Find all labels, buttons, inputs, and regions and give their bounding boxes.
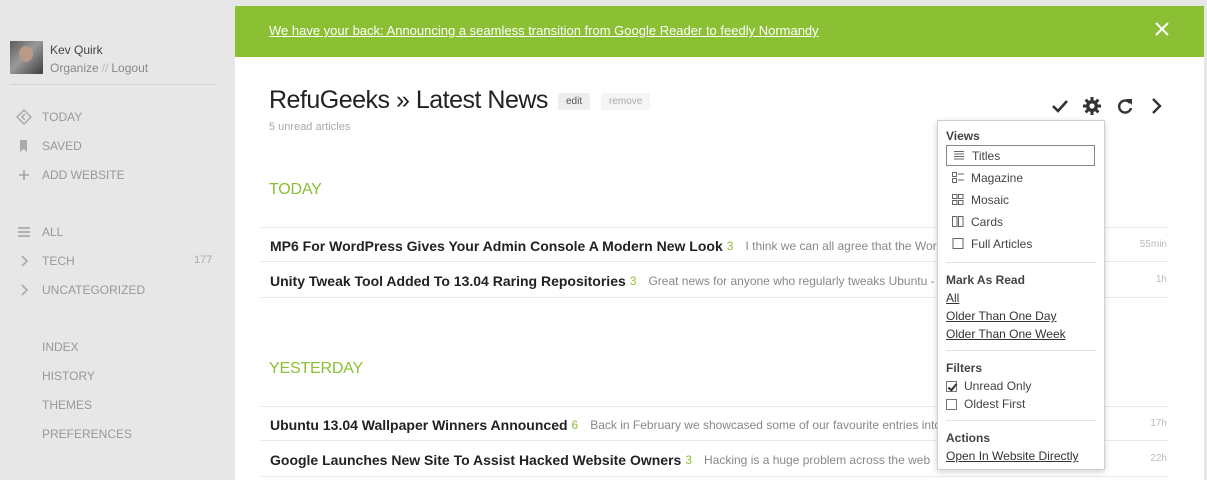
- view-option-cards[interactable]: Cards: [946, 211, 1095, 232]
- user-name: Kev Quirk: [50, 43, 103, 57]
- article-engagement-count: 3: [726, 238, 734, 253]
- divider: [946, 420, 1096, 421]
- chevron-right-icon: [16, 282, 32, 298]
- sidebar-item-label: ADD WEBSITE: [42, 168, 125, 182]
- sidebar-item-label: UNCATEGORIZED: [42, 283, 146, 297]
- article-engagement-count: 3: [685, 452, 692, 467]
- organize-link[interactable]: Organize: [50, 61, 99, 75]
- views-heading: Views: [946, 129, 980, 143]
- sidebar-item-tech[interactable]: TECH: [16, 251, 75, 271]
- sidebar-item-today[interactable]: TODAY: [16, 107, 82, 127]
- today-icon: [16, 109, 32, 125]
- sidebar-item-label: TODAY: [42, 110, 83, 124]
- sidebar-item-preferences[interactable]: PREFERENCES: [42, 424, 132, 444]
- sidebar-item-add-website[interactable]: ADD WEBSITE: [16, 165, 125, 185]
- gear-icon[interactable]: [1081, 95, 1103, 117]
- article-time: 55min: [1139, 239, 1167, 250]
- close-icon[interactable]: [1154, 21, 1170, 37]
- list-icon: [16, 224, 32, 240]
- unread-only-checkbox[interactable]: Unread Only: [946, 379, 1031, 393]
- view-option-label: Cards: [971, 214, 1004, 229]
- divider: [946, 262, 1096, 263]
- divider: [946, 350, 1096, 351]
- sidebar-item-index[interactable]: INDEX: [42, 337, 79, 357]
- view-option-label: Titles: [972, 148, 1001, 163]
- sidebar-item-uncategorized[interactable]: UNCATEGORIZED: [16, 280, 145, 300]
- chevron-right-icon: [16, 253, 32, 269]
- refresh-icon[interactable]: [1114, 95, 1136, 117]
- unread-articles-count: 5 unread articles: [269, 121, 351, 133]
- cards-view-icon: [952, 216, 964, 227]
- view-option-label: Mosaic: [971, 192, 1010, 207]
- mark-older-week-link[interactable]: Older Than One Week: [946, 327, 1066, 341]
- logout-link[interactable]: Logout: [111, 61, 148, 75]
- article-title[interactable]: MP6 For WordPress Gives Your Admin Conso…: [270, 238, 723, 254]
- view-option-mosaic[interactable]: Mosaic: [946, 189, 1095, 210]
- mark-as-read-heading: Mark As Read: [946, 273, 1025, 287]
- page-title: RefuGeeks » Latest News: [269, 86, 548, 114]
- next-icon[interactable]: [1145, 95, 1167, 117]
- view-option-titles[interactable]: Titles: [946, 145, 1095, 166]
- user-links: Organize//Logout: [50, 61, 148, 75]
- view-option-label: Magazine: [971, 170, 1024, 185]
- sidebar-item-themes[interactable]: THEMES: [42, 395, 92, 415]
- magazine-view-icon: [952, 172, 964, 183]
- mark-older-day-link[interactable]: Older Than One Day: [946, 309, 1057, 323]
- bookmark-icon: [16, 138, 32, 154]
- section-heading-today: TODAY: [269, 181, 322, 198]
- article-engagement-count: 3: [629, 273, 637, 288]
- settings-dropdown: Views Titles Magazine Mosaic Cards Full …: [937, 120, 1105, 470]
- article-engagement-count: 6: [571, 417, 579, 432]
- plus-icon: [16, 167, 32, 183]
- checkbox-unchecked-icon: [946, 398, 957, 410]
- view-option-magazine[interactable]: Magazine: [946, 167, 1095, 188]
- remove-button[interactable]: remove: [601, 93, 651, 110]
- article-time: 17h: [1150, 418, 1167, 429]
- avatar[interactable]: [10, 41, 43, 74]
- full-articles-view-icon: [952, 238, 964, 249]
- sidebar-item-label: SAVED: [42, 139, 82, 153]
- article-title[interactable]: Ubuntu 13.04 Wallpaper Winners Announced: [270, 417, 568, 433]
- checkmark-icon[interactable]: [1049, 95, 1071, 117]
- sidebar: Kev Quirk Organize//Logout TODAY SAVED A…: [0, 0, 235, 480]
- section-heading-yesterday: YESTERDAY: [269, 360, 363, 377]
- announcement-link[interactable]: We have your back: Announcing a seamless…: [269, 23, 819, 38]
- titles-view-icon: [954, 151, 964, 160]
- profile: Kev Quirk Organize//Logout: [10, 41, 215, 85]
- announcement-banner: We have your back: Announcing a seamless…: [235, 6, 1204, 57]
- article-title[interactable]: Unity Tweak Tool Added To 13.04 Raring R…: [270, 273, 626, 289]
- open-website-link[interactable]: Open In Website Directly: [946, 449, 1079, 463]
- mark-all-link[interactable]: All: [946, 291, 959, 305]
- unread-count-badge: 177: [194, 254, 213, 266]
- filter-label: Unread Only: [964, 379, 1032, 393]
- checkbox-checked-icon: [946, 380, 957, 392]
- sidebar-item-saved[interactable]: SAVED: [16, 136, 82, 156]
- article-time: 1h: [1155, 274, 1167, 285]
- sidebar-item-history[interactable]: HISTORY: [42, 366, 95, 386]
- link-separator: //: [101, 61, 109, 75]
- sidebar-item-label: ALL: [42, 225, 64, 239]
- article-time: 22h: [1150, 453, 1167, 464]
- edit-button[interactable]: edit: [558, 93, 591, 110]
- filters-heading: Filters: [946, 361, 983, 375]
- article-snippet: Hacking is a huge problem across the web: [704, 452, 931, 467]
- actions-heading: Actions: [946, 431, 991, 445]
- oldest-first-checkbox[interactable]: Oldest First: [946, 397, 1025, 411]
- sidebar-item-label: TECH: [42, 254, 75, 268]
- mosaic-view-icon: [952, 194, 964, 205]
- view-option-full-articles[interactable]: Full Articles: [946, 233, 1095, 254]
- view-option-label: Full Articles: [971, 236, 1033, 251]
- filter-label: Oldest First: [964, 397, 1026, 411]
- sidebar-item-all[interactable]: ALL: [16, 222, 63, 242]
- article-title[interactable]: Google Launches New Site To Assist Hacke…: [270, 452, 681, 468]
